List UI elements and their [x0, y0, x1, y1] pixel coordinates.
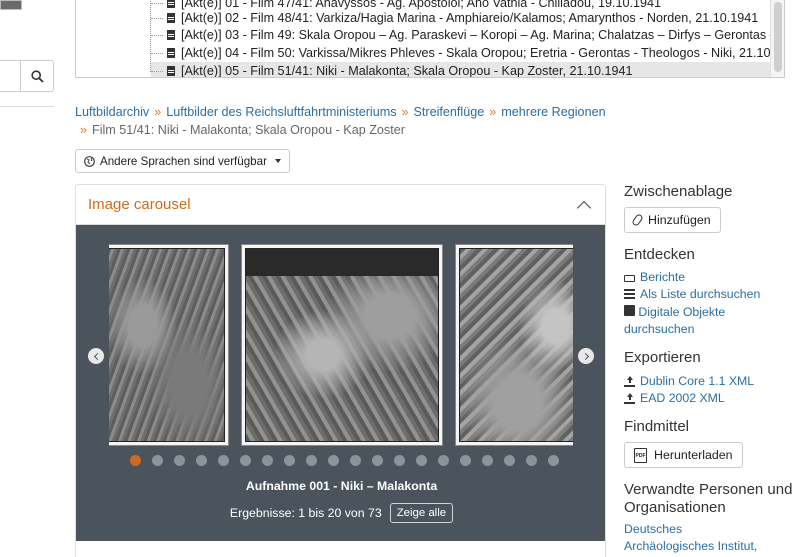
- breadcrumb-link[interactable]: Streifenflüge: [414, 105, 485, 119]
- caret-down-icon: [274, 159, 281, 163]
- document-icon: [167, 66, 175, 76]
- carousel-next-button[interactable]: [578, 348, 594, 364]
- clipboard-heading: Zwischenablage: [624, 183, 733, 200]
- pagination-dot[interactable]: [416, 455, 427, 466]
- carousel-slide[interactable]: [456, 245, 573, 445]
- tree-item-active[interactable]: [Akt(e)] 05 - Film 51/41: Niki - Malakon…: [151, 62, 771, 77]
- search-button[interactable]: [21, 61, 53, 91]
- pagination-dot[interactable]: [328, 455, 339, 466]
- browse-digital-objects-link[interactable]: Digitale Objekte durchsuchen: [624, 304, 774, 338]
- paperclip-icon: [631, 213, 644, 227]
- pagination-dot[interactable]: [218, 455, 229, 466]
- pagination-dot[interactable]: [262, 455, 273, 466]
- tree-scrollbar[interactable]: [770, 0, 784, 77]
- breadcrumb-link[interactable]: Luftbildarchiv: [75, 105, 149, 119]
- download-button[interactable]: PDF Herunterladen: [624, 442, 743, 468]
- breadcrumb-link[interactable]: mehrere Regionen: [501, 105, 605, 119]
- export-dublin-core-link[interactable]: Dublin Core 1.1 XML: [624, 374, 754, 388]
- divider: [0, 106, 54, 107]
- tree-item[interactable]: [Akt(e)] 03 - Film 49: Skala Oropou – Ag…: [151, 26, 784, 44]
- thumbnail[interactable]: [0, 0, 22, 10]
- chevron-left-icon: [93, 352, 101, 360]
- carousel-prev-button[interactable]: [88, 348, 104, 364]
- image-icon: [624, 305, 635, 316]
- pagination-dot[interactable]: [372, 455, 383, 466]
- finding-aid-heading: Findmittel: [624, 418, 690, 435]
- pagination-dot[interactable]: [174, 455, 185, 466]
- hierarchy-tree: [Akt(e)] 01 - Film 47/41: Anavyssos - Ag…: [75, 0, 785, 78]
- document-icon: [167, 48, 175, 58]
- breadcrumb-link[interactable]: Luftbilder des Reichsluftfahrtministeriu…: [166, 105, 396, 119]
- aerial-photo: [245, 248, 439, 442]
- print-icon: [624, 275, 635, 282]
- pagination-dot[interactable]: [152, 455, 163, 466]
- related-organization-link[interactable]: Deutsches Archäologisches Institut, Abte…: [624, 521, 774, 557]
- pagination-dot[interactable]: [196, 455, 207, 466]
- pagination-dot[interactable]: [504, 455, 515, 466]
- browse-as-list-link[interactable]: Als Liste durchsuchen: [624, 287, 760, 301]
- reports-link[interactable]: Berichte: [624, 270, 685, 284]
- breadcrumb-current: Film 51/41: Niki - Malakonta; Skala Orop…: [92, 123, 405, 137]
- pagination-dot[interactable]: [350, 455, 361, 466]
- pagination-dot[interactable]: [240, 455, 251, 466]
- pagination-dot[interactable]: [394, 455, 405, 466]
- pagination-dot[interactable]: [284, 455, 295, 466]
- breadcrumb: Luftbildarchiv» Luftbilder des Reichsluft…: [75, 105, 606, 137]
- carousel-slide-active[interactable]: [242, 245, 442, 445]
- tree-item[interactable]: [Akt(e)] 02 - Film 48/41: Varkiza/Hagia …: [151, 9, 758, 27]
- chevron-up-icon[interactable]: [576, 200, 592, 215]
- related-heading: Verwandte Personen und Organisationen: [624, 481, 793, 516]
- export-heading: Exportieren: [624, 349, 701, 366]
- pagination-dot[interactable]: [306, 455, 317, 466]
- carousel-header[interactable]: Image carousel: [76, 185, 605, 225]
- pagination-dot-active[interactable]: [130, 455, 141, 466]
- show-all-button[interactable]: Zeige alle: [389, 503, 454, 523]
- carousel-slide[interactable]: [109, 245, 228, 445]
- pagination-dot[interactable]: [482, 455, 493, 466]
- search-box[interactable]: [0, 60, 54, 92]
- pagination-dot[interactable]: [438, 455, 449, 466]
- list-icon: [624, 288, 635, 300]
- aerial-photo: [459, 248, 573, 442]
- results-count: Ergebnisse: 1 bis 20 von 73: [229, 506, 382, 520]
- carousel-pagination: [130, 455, 559, 466]
- globe-icon: [84, 155, 95, 167]
- pdf-icon: PDF: [634, 447, 647, 463]
- image-carousel-panel: Image carousel Aufnahme 001 - Niki – Mal…: [75, 184, 606, 557]
- add-to-clipboard-button[interactable]: Hinzufügen: [624, 207, 721, 233]
- upload-icon: [624, 392, 635, 404]
- pagination-dot[interactable]: [460, 455, 471, 466]
- search-icon: [30, 69, 44, 83]
- carousel: Aufnahme 001 - Niki – Malakonta Ergebnis…: [76, 225, 605, 541]
- scrollbar-thumb[interactable]: [774, 2, 782, 72]
- pagination-dot[interactable]: [526, 455, 537, 466]
- carousel-title: Image carousel: [88, 196, 191, 213]
- chevron-right-icon: [581, 352, 589, 360]
- upload-icon: [624, 375, 635, 387]
- pagination-dot[interactable]: [548, 455, 559, 466]
- document-icon: [167, 30, 175, 40]
- search-input[interactable]: [0, 61, 21, 91]
- document-icon: [167, 0, 175, 8]
- carousel-caption: Aufnahme 001 - Niki – Malakonta: [245, 479, 438, 493]
- language-dropdown[interactable]: Andere Sprachen sind verfügbar: [75, 149, 290, 173]
- carousel-track: [109, 243, 573, 447]
- export-ead-link[interactable]: EAD 2002 XML: [624, 391, 725, 405]
- document-icon: [167, 13, 175, 23]
- aerial-photo: [109, 248, 225, 442]
- discover-heading: Entdecken: [624, 246, 695, 263]
- tree-item[interactable]: [Akt(e)] 04 - Film 50: Varkissa/Mikres P…: [151, 44, 784, 62]
- carousel-results: Ergebnisse: 1 bis 20 von 73 Zeige alle: [76, 503, 605, 523]
